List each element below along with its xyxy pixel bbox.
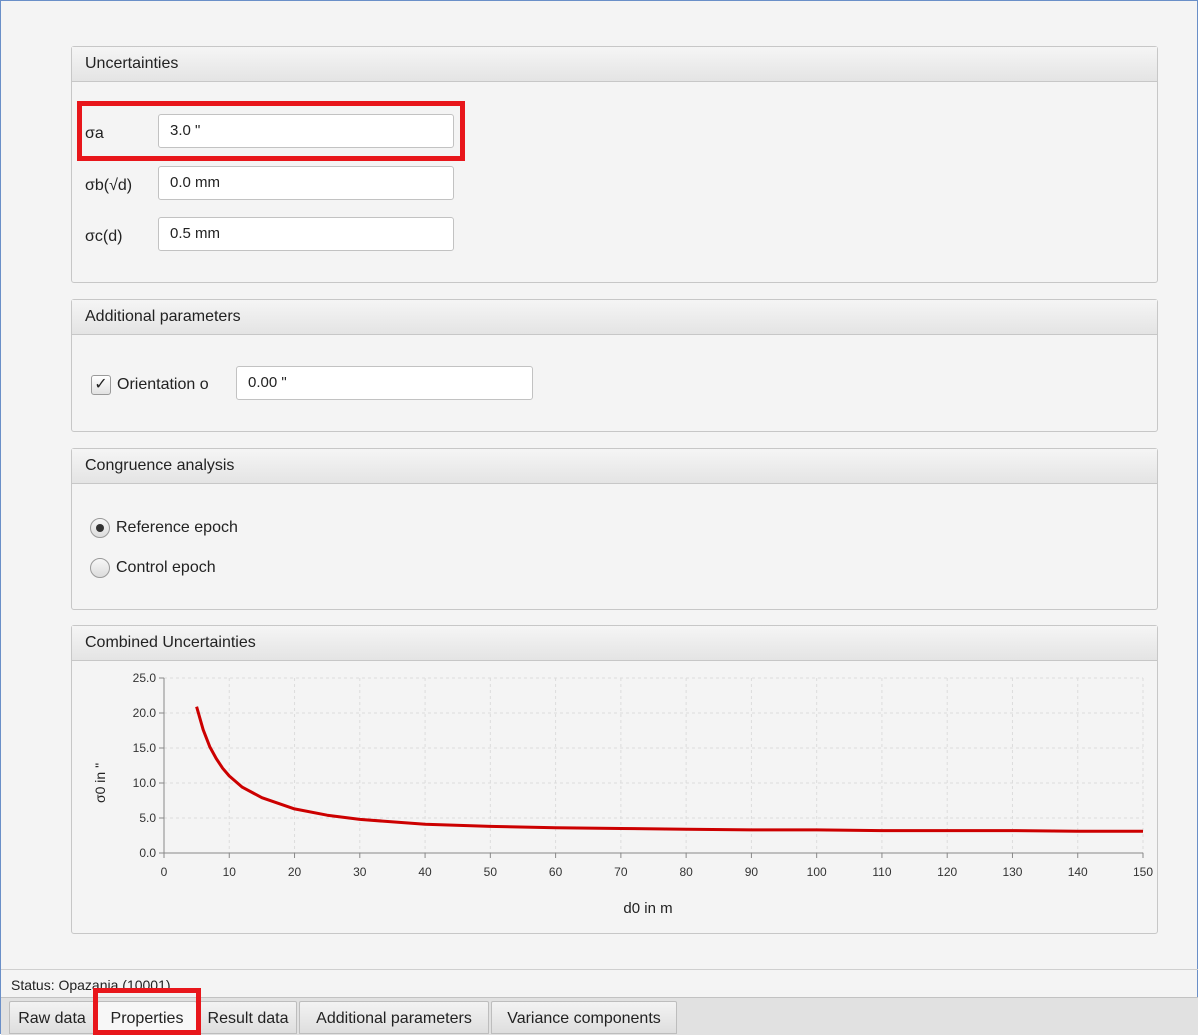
sigma-a-label: σa (85, 125, 104, 142)
tab-additional-parameters[interactable]: Additional parameters (299, 1001, 489, 1034)
congruence-analysis-header[interactable]: Congruence analysis (72, 449, 1157, 484)
tab-bar: Raw data Properties Result data Addition… (1, 997, 1198, 1035)
x-tick-label: 10 (223, 865, 237, 879)
x-tick-label: 80 (679, 865, 693, 879)
reference-epoch-label: Reference epoch (116, 519, 238, 536)
orientation-field[interactable]: 0.00 " (236, 366, 533, 400)
chart-axes: 0 10 20 30 40 50 60 70 80 90 100 110 120 130 140 150 0.0… (133, 671, 1154, 879)
y-tick-label: 20.0 (133, 706, 157, 720)
x-axis-label: d0 in m (623, 900, 672, 917)
x-tick-label: 50 (484, 865, 498, 879)
sigma-b-field[interactable]: 0.0 mm (158, 166, 454, 200)
orientation-label: Orientation o (117, 376, 209, 393)
status-text: Status: Opazania (10001) (11, 977, 171, 993)
combined-uncertainties-header[interactable]: Combined Uncertainties (72, 626, 1157, 661)
sigma-c-label: σc(d) (85, 228, 123, 245)
x-tick-label: 140 (1068, 865, 1088, 879)
x-tick-label: 120 (937, 865, 957, 879)
x-tick-label: 130 (1002, 865, 1022, 879)
y-tick-label: 0.0 (139, 846, 156, 860)
y-tick-label: 5.0 (139, 811, 156, 825)
orientation-checkbox[interactable]: ✓ (91, 375, 111, 395)
checkmark-icon: ✓ (94, 376, 108, 393)
x-tick-label: 100 (807, 865, 827, 879)
combined-uncertainties-pane: Combined Uncertainties 0 10 20 30 40 50 60 70 80… (71, 625, 1158, 934)
x-tick-label: 20 (288, 865, 302, 879)
sigma-a-field[interactable]: 3.0 " (158, 114, 454, 148)
x-tick-label: 30 (353, 865, 367, 879)
chart-grid (163, 677, 1144, 854)
x-tick-label: 150 (1133, 865, 1153, 879)
x-tick-label: 60 (549, 865, 563, 879)
status-bar: Status: Opazania (10001) (1, 969, 1198, 997)
y-tick-label: 10.0 (133, 776, 157, 790)
tab-variance-components[interactable]: Variance components (491, 1001, 677, 1034)
uncertainty-chart: 0 10 20 30 40 50 60 70 80 90 100 110 120 130 140 150 0.0… (92, 671, 1154, 917)
tab-raw-data[interactable]: Raw data (9, 1001, 95, 1034)
y-tick-label: 25.0 (133, 671, 157, 685)
control-epoch-radio[interactable] (90, 558, 110, 578)
x-tick-label: 90 (745, 865, 759, 879)
x-tick-label: 40 (418, 865, 432, 879)
uncertainties-header[interactable]: Uncertainties (72, 47, 1157, 82)
radio-selected-dot (96, 524, 104, 532)
x-tick-label: 0 (161, 865, 168, 879)
y-tick-label: 15.0 (133, 741, 157, 755)
x-tick-label: 110 (872, 865, 891, 879)
chart-series (195, 706, 1143, 833)
uncertainty-curve (195, 706, 1143, 833)
app-window: Uncertainties σa 3.0 " σb(√d) 0.0 mm σc(… (0, 0, 1198, 1035)
additional-parameters-pane: Additional parameters ✓ Orientation o 0.… (71, 299, 1158, 432)
reference-epoch-radio[interactable] (90, 518, 110, 538)
sigma-b-label: σb(√d) (85, 177, 133, 194)
x-tick-label: 70 (614, 865, 628, 879)
additional-parameters-header[interactable]: Additional parameters (72, 300, 1157, 335)
sigma-c-field[interactable]: 0.5 mm (158, 217, 454, 251)
y-axis-label: σ0 in " (92, 763, 108, 803)
uncertainties-pane: Uncertainties σa 3.0 " σb(√d) 0.0 mm σc(… (71, 46, 1158, 283)
tab-result-data[interactable]: Result data (199, 1001, 297, 1034)
combined-uncertainties-body: 0 10 20 30 40 50 60 70 80 90 100 110 120 130 140 150 0.0… (72, 661, 1157, 938)
control-epoch-label: Control epoch (116, 559, 216, 576)
congruence-analysis-pane: Congruence analysis Reference epoch Cont… (71, 448, 1158, 610)
tab-properties[interactable]: Properties (97, 1001, 197, 1034)
